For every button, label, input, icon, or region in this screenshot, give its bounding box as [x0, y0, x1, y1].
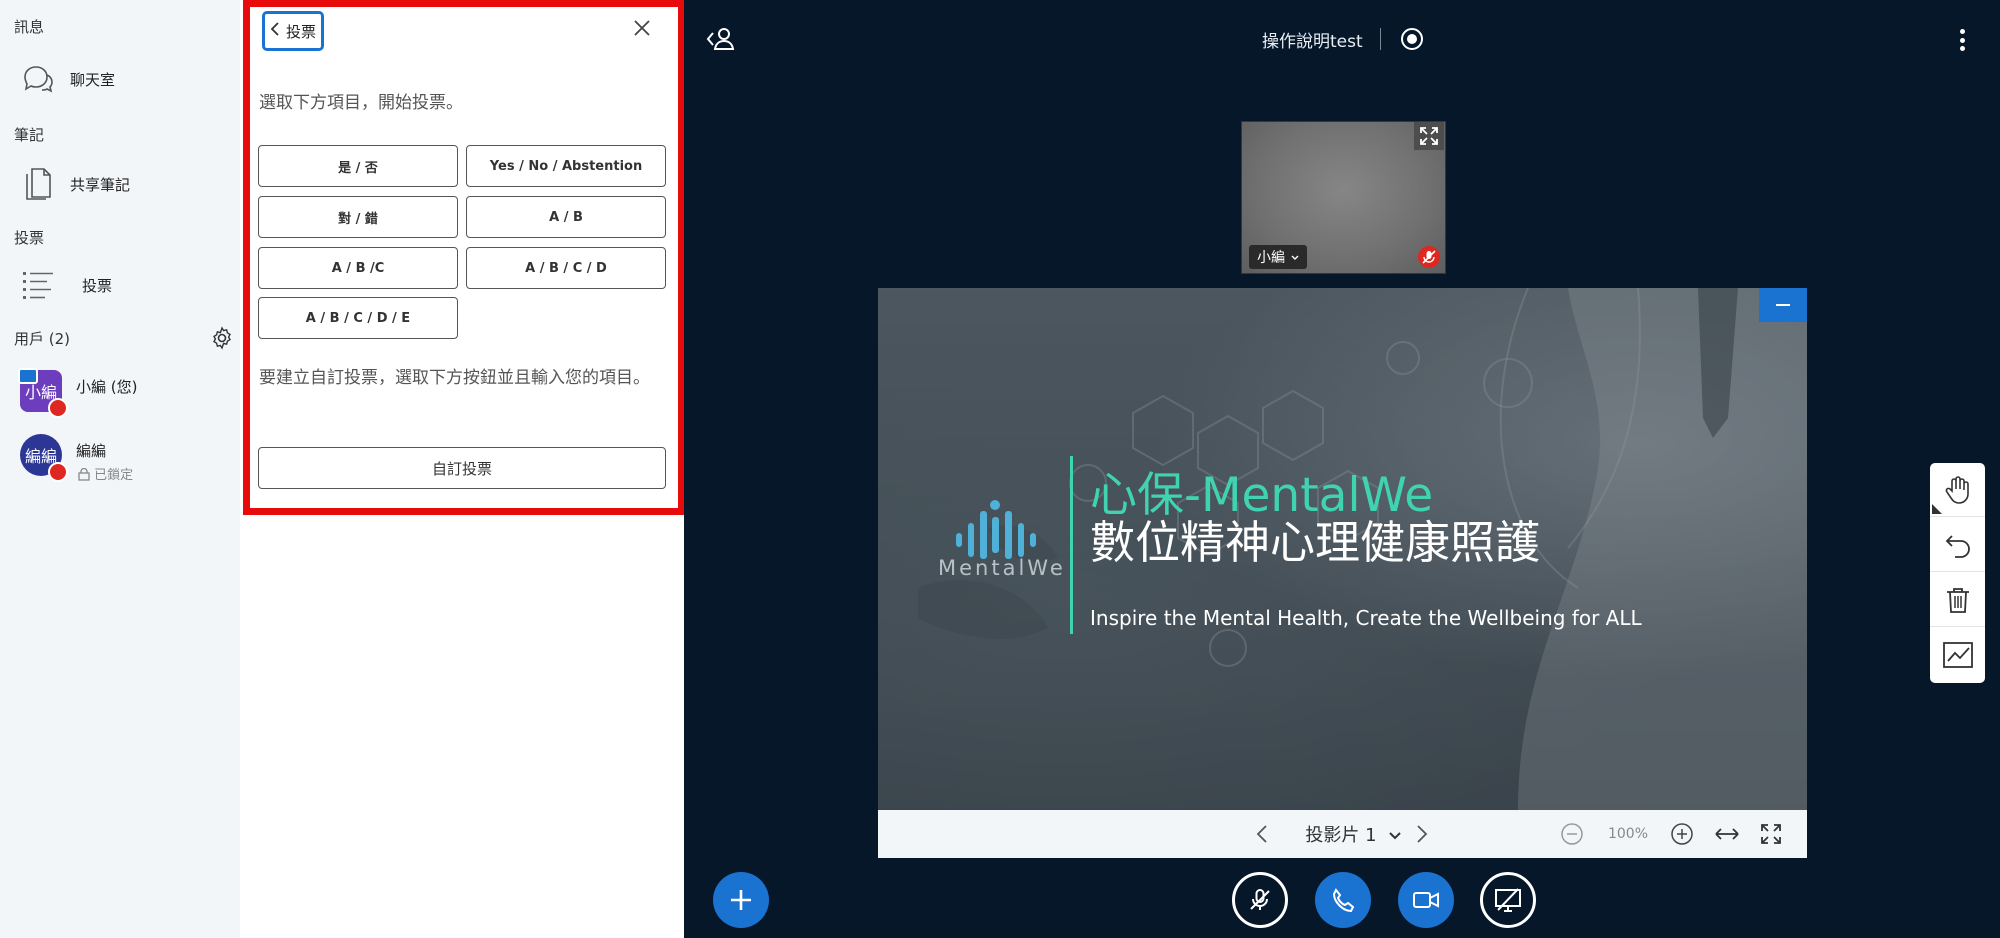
- muted-mic-icon: [1418, 246, 1440, 268]
- poll-option-button[interactable]: 是 / 否: [258, 145, 458, 187]
- user-list-item[interactable]: 編編 編編 已鎖定: [20, 434, 230, 484]
- video-camera-icon: [1413, 892, 1439, 908]
- muted-mic-icon: [48, 462, 68, 482]
- record-icon[interactable]: [1401, 28, 1423, 50]
- lock-icon: [78, 467, 94, 483]
- poll-option-button[interactable]: A / B / C / D: [466, 247, 666, 289]
- user-list-toggle-icon[interactable]: [706, 26, 736, 52]
- plus-icon: [731, 890, 751, 910]
- sidebar-item-shared-notes[interactable]: 共享筆記: [18, 160, 130, 208]
- logo-wordmark: MentalWe: [938, 556, 1066, 580]
- poll-back-button[interactable]: 投票: [262, 11, 324, 51]
- poll-option-button[interactable]: A / B /C: [258, 247, 458, 289]
- meeting-title: 操作說明test: [1262, 32, 1363, 52]
- more-options-icon[interactable]: [1954, 26, 1970, 54]
- custom-poll-hint: 要建立自訂投票，選取下方按鈕並且輸入您的項目。: [259, 368, 650, 388]
- chat-bubbles-icon: [18, 59, 58, 99]
- sidebar-item-label: 共享筆記: [70, 175, 131, 194]
- user-list-item[interactable]: 小編 小編 (您): [18, 368, 230, 420]
- poll-back-label: 投票: [285, 22, 316, 41]
- screen-share-off-icon: [1495, 888, 1521, 912]
- webcam-user-dropdown[interactable]: 小編: [1249, 245, 1307, 269]
- slide-select-dropdown[interactable]: 投影片 1: [1293, 820, 1413, 848]
- sidebar-item-chat[interactable]: 聊天室: [18, 55, 115, 103]
- section-title-notes: 筆記: [14, 126, 45, 144]
- chevron-left-icon: [270, 21, 280, 41]
- muted-mic-icon: [48, 398, 68, 418]
- lock-status-label: 已鎖定: [94, 468, 134, 483]
- sidebar-item-label: 聊天室: [70, 70, 116, 89]
- phone-icon: [1332, 888, 1355, 913]
- document-icon: [18, 164, 58, 204]
- lock-status: 已鎖定: [78, 464, 133, 483]
- webcam-user-name: 小編: [1257, 250, 1285, 266]
- poll-option-button[interactable]: Yes / No / Abstention: [466, 145, 666, 187]
- sidebar-item-poll[interactable]: 投票: [18, 261, 112, 309]
- slide-subheadline: 數位精神心理健康照護: [1090, 516, 1541, 569]
- divider: [1380, 28, 1381, 50]
- poll-instruction: 選取下方項目，開始投票。: [259, 93, 463, 113]
- muted-mic-icon: [1250, 889, 1270, 910]
- undo-icon[interactable]: [1930, 518, 1985, 572]
- user-settings-gear-icon[interactable]: [210, 326, 234, 350]
- zoom-in-icon[interactable]: [1668, 820, 1696, 848]
- mentalwe-logo-mark: [956, 500, 1036, 559]
- share-webcam-button[interactable]: [1398, 872, 1454, 928]
- next-slide-icon[interactable]: [1408, 820, 1436, 848]
- slide-accent-bar: [1070, 456, 1073, 634]
- section-title-messages: 訊息: [14, 18, 45, 36]
- chevron-down-icon: [1388, 825, 1401, 844]
- zoom-level: 100%: [1603, 820, 1653, 848]
- user-sidebar: 訊息 聊天室 筆記 共享筆記 投票 投票 用戶 (2) 小編 小編 (您) 編編…: [0, 0, 240, 938]
- multi-user-whiteboard-icon[interactable]: [1930, 628, 1985, 682]
- poll-option-button[interactable]: 對 / 錯: [258, 196, 458, 238]
- presentation-toolbar: 投影片 1 100%: [878, 810, 1807, 858]
- tool-expand-indicator: [1932, 504, 1942, 514]
- user-name: 小編 (您): [76, 378, 138, 396]
- section-title-polling: 投票: [14, 229, 45, 247]
- minimize-presentation-button[interactable]: [1759, 288, 1807, 322]
- poll-option-button[interactable]: A / B / C / D / E: [258, 297, 458, 339]
- list-icon: [18, 265, 58, 305]
- whiteboard-toolbar: [1930, 463, 1985, 683]
- hand-tool-icon[interactable]: [1930, 463, 1985, 517]
- zoom-level-label: 100%: [1607, 826, 1649, 842]
- trash-icon[interactable]: [1930, 573, 1985, 627]
- slide-tagline: Inspire the Mental Health, Create the We…: [1090, 606, 1642, 630]
- presentation-slide: MentalWe 心保-MentalWe 數位精神心理健康照護 Inspire …: [878, 288, 1807, 810]
- previous-slide-icon[interactable]: [1248, 820, 1276, 848]
- zoom-out-icon[interactable]: [1558, 820, 1586, 848]
- section-title-users: 用戶 (2): [14, 330, 71, 348]
- poll-option-button[interactable]: A / B: [466, 196, 666, 238]
- sidebar-item-label: 投票: [82, 276, 113, 295]
- share-screen-button[interactable]: [1480, 872, 1536, 928]
- slide-select-label: 投影片 1: [1305, 825, 1377, 846]
- custom-poll-button[interactable]: 自訂投票: [258, 447, 666, 489]
- chevron-down-icon: [1291, 249, 1299, 265]
- close-icon[interactable]: [628, 14, 656, 42]
- add-actions-button[interactable]: [713, 872, 769, 928]
- user-name: 編編: [76, 442, 107, 460]
- leave-audio-button[interactable]: [1315, 872, 1371, 928]
- fullscreen-icon[interactable]: [1756, 820, 1786, 848]
- mute-microphone-button[interactable]: [1232, 872, 1288, 928]
- fullscreen-icon[interactable]: [1414, 122, 1444, 150]
- fit-width-icon[interactable]: [1712, 820, 1742, 848]
- presenter-icon: [18, 368, 38, 384]
